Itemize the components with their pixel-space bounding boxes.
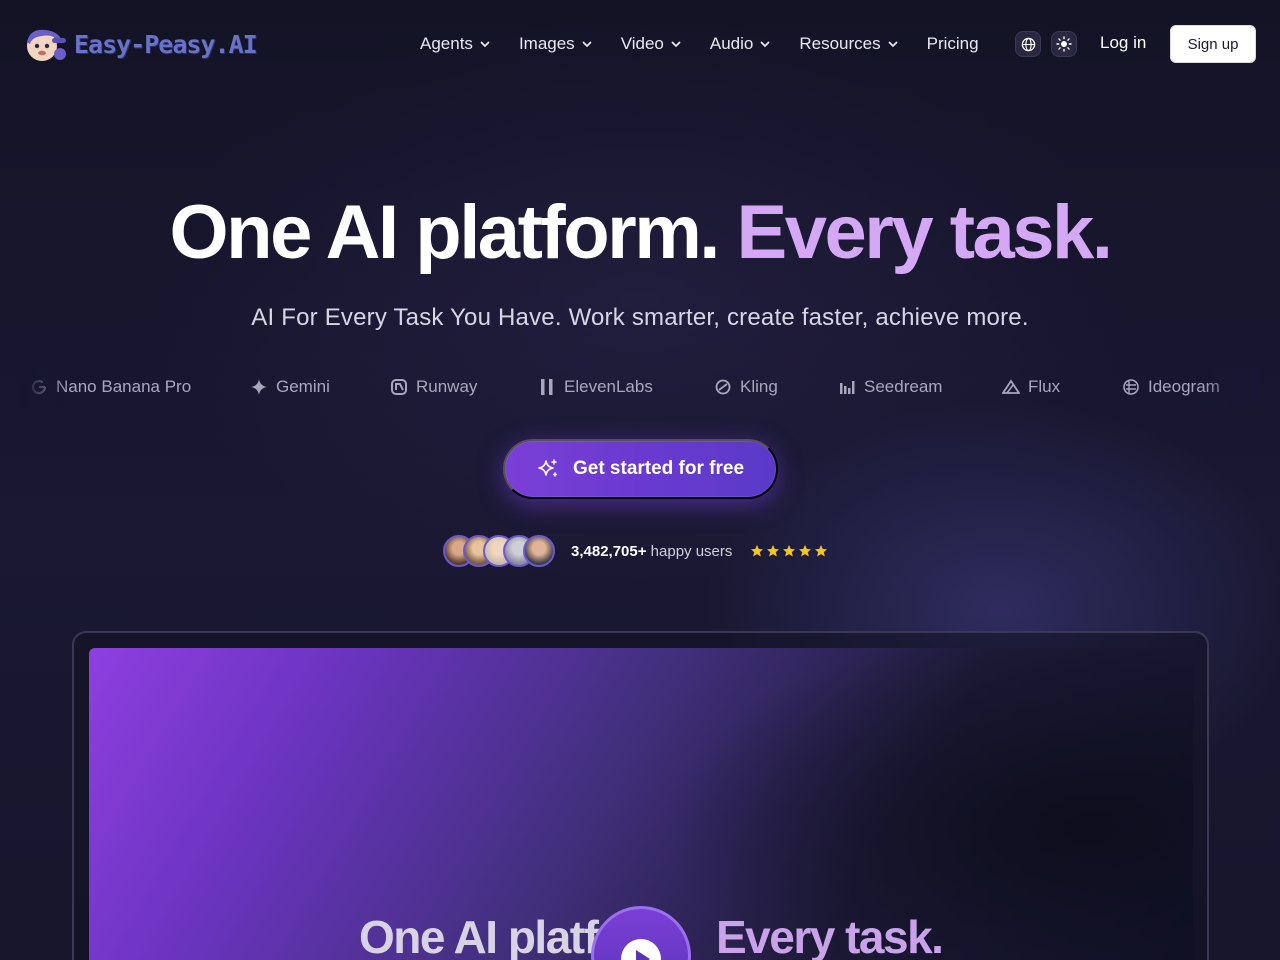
- nav-item-label: Audio: [709, 34, 754, 53]
- theme-toggle-button[interactable]: [1051, 31, 1077, 57]
- star-icon: [799, 545, 812, 557]
- get-started-button[interactable]: Get started for free: [503, 439, 778, 499]
- hero-title-accent: Every task.: [736, 190, 1113, 275]
- brand-logo[interactable]: Easy-Peasy.AI: [22, 24, 258, 64]
- nav-item-pricing[interactable]: Pricing: [927, 34, 979, 54]
- sparkles-icon: [538, 459, 558, 477]
- nav-item-label: Agents: [420, 34, 473, 53]
- chevron-down-icon: [480, 41, 490, 47]
- brand-name: Easy-Peasy.AI: [74, 29, 258, 59]
- model-label: Kling: [740, 377, 778, 396]
- strip-fade-right: [1200, 368, 1260, 408]
- users-count-text: 3,482,705+ happy users: [571, 543, 732, 560]
- language-button[interactable]: [1015, 31, 1041, 57]
- preview-title-accent: Every task.: [715, 911, 944, 960]
- model-label: Nano Banana Pro: [56, 377, 192, 396]
- star-icon: [783, 545, 796, 557]
- runway-icon: [391, 379, 407, 395]
- ideogram-icon: [1123, 379, 1139, 395]
- model-label: Seedream: [864, 377, 943, 396]
- nav-item-label: Video: [620, 34, 664, 53]
- nav-item-resources[interactable]: Resources: [799, 34, 898, 54]
- preview-video[interactable]: One AI platf Every task.: [89, 648, 1193, 960]
- login-link[interactable]: Log in: [1100, 33, 1146, 53]
- preview-title-main: One AI platf: [359, 911, 599, 960]
- hero-title: One AI platform. Every task.: [0, 188, 1280, 278]
- nav-item-label: Images: [518, 34, 575, 53]
- model-seedream: Seedream: [838, 372, 942, 402]
- star-icon: [815, 545, 828, 557]
- social-proof: 3,482,705+ happy users: [443, 535, 828, 567]
- model-label: ElevenLabs: [564, 377, 653, 396]
- users-count: 3,482,705+: [571, 542, 647, 560]
- bars-icon: [840, 381, 855, 394]
- users-suffix: happy users: [650, 542, 733, 560]
- strip-fade-left: [20, 368, 70, 408]
- model-elevenlabs: ElevenLabs: [538, 372, 653, 402]
- avatar: [523, 535, 555, 567]
- rating-stars: [750, 544, 828, 558]
- hero-title-main: One AI platform.: [169, 190, 721, 275]
- sun-icon: [1056, 36, 1072, 52]
- flux-icon: [1002, 379, 1020, 394]
- nav-item-video[interactable]: Video: [621, 34, 682, 54]
- nav-item-images[interactable]: Images: [519, 34, 593, 54]
- model-flux: Flux: [1002, 372, 1060, 402]
- chevron-down-icon: [888, 41, 898, 47]
- globe-icon: [1021, 37, 1035, 51]
- model-kling: Kling: [714, 372, 778, 402]
- signup-button[interactable]: Sign up: [1170, 25, 1256, 63]
- nav-item-agents[interactable]: Agents: [420, 34, 491, 54]
- chevron-down-icon: [760, 41, 770, 47]
- logo-mascot-icon: [22, 24, 68, 64]
- get-started-label: Get started for free: [572, 458, 745, 479]
- model-label: Runway: [416, 377, 478, 396]
- hero-subtitle: AI For Every Task You Have. Work smarter…: [251, 304, 1029, 331]
- chevron-down-icon: [671, 41, 681, 47]
- star-icon: [751, 545, 764, 557]
- model-gemini: Gemini: [250, 372, 330, 402]
- kling-icon: [715, 379, 731, 395]
- primary-nav: Agents Images Video Audio Resources Pric…: [420, 30, 1007, 58]
- chevron-down-icon: [582, 41, 592, 47]
- top-nav: Easy-Peasy.AI Agents Images Video Audio …: [0, 0, 1280, 88]
- star-icon: [767, 545, 780, 557]
- model-runway: Runway: [390, 372, 477, 402]
- nav-item-audio[interactable]: Audio: [710, 34, 771, 54]
- nav-item-label: Pricing: [926, 34, 979, 53]
- sparkle-icon: [251, 379, 267, 395]
- model-label: Gemini: [276, 377, 330, 396]
- avatar-stack: [443, 535, 557, 567]
- model-logo-strip: Nano Banana Pro Gemini Runway ElevenLabs…: [30, 372, 1250, 402]
- nav-item-label: Resources: [799, 34, 881, 53]
- model-label: Flux: [1028, 377, 1061, 396]
- play-icon: [621, 939, 661, 960]
- elevenlabs-icon: [541, 379, 553, 395]
